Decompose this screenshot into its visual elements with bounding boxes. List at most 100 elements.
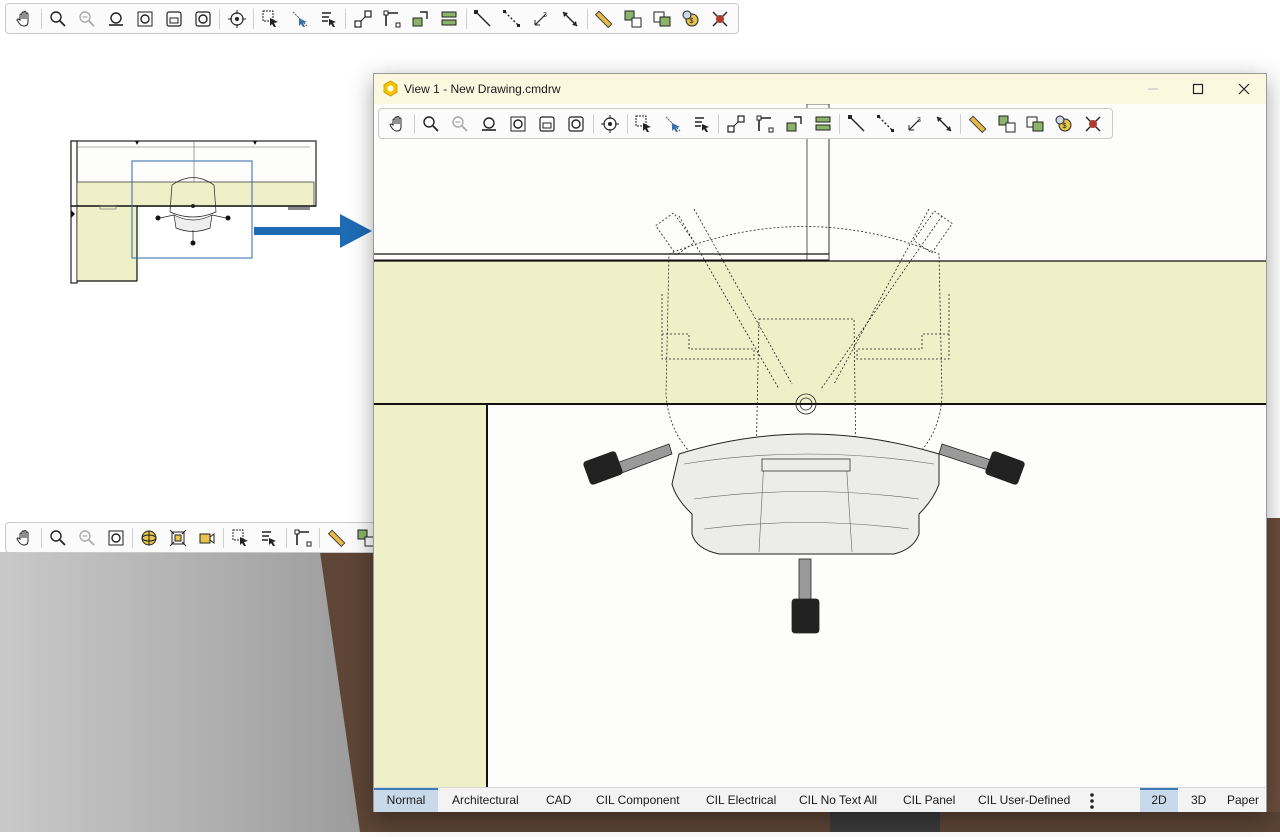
toolbar-separator — [413, 113, 415, 134]
zoom-button[interactable] — [44, 525, 73, 551]
select-button[interactable] — [226, 525, 255, 551]
more-layers-button[interactable] — [1086, 788, 1098, 812]
copy-button[interactable] — [992, 111, 1021, 137]
zoom-indicator-arrow — [254, 214, 372, 248]
corner-button[interactable] — [289, 525, 318, 551]
paste-button[interactable] — [1021, 111, 1050, 137]
toolbar-separator — [586, 8, 588, 29]
select-text-button[interactable] — [314, 6, 343, 32]
layer-tab-cil-component[interactable]: CIL Component — [596, 788, 680, 812]
svg-text:$: $ — [1063, 123, 1067, 130]
select-text-button[interactable] — [688, 111, 717, 137]
zoom-fit-button[interactable] — [504, 111, 533, 137]
view-tab-2d[interactable]: 2D — [1140, 788, 1178, 812]
center-view-button[interactable] — [222, 6, 251, 32]
zoom-out-button[interactable] — [72, 525, 101, 551]
stack-button[interactable] — [435, 6, 464, 32]
corner-icon — [294, 529, 312, 546]
line-icon — [847, 114, 865, 131]
move-button[interactable] — [406, 6, 435, 32]
drawing-canvas[interactable] — [374, 104, 1266, 787]
orbit-icon — [141, 530, 157, 545]
pan-button[interactable] — [10, 6, 39, 32]
layer-tab-cil-electrical[interactable]: CIL Electrical — [706, 788, 776, 812]
zoom-button[interactable] — [44, 6, 73, 32]
line-button[interactable] — [469, 6, 498, 32]
delete-button[interactable] — [1079, 111, 1108, 137]
pan-button[interactable] — [383, 111, 412, 137]
select-button[interactable] — [256, 6, 285, 32]
price-button[interactable]: $ — [676, 6, 705, 32]
center-view-button[interactable] — [596, 111, 625, 137]
toolbar-separator — [319, 527, 321, 548]
layer-tab-cil-panel[interactable]: CIL Panel — [903, 788, 955, 812]
zoom-window-button[interactable] — [475, 111, 504, 137]
copy-button[interactable] — [618, 6, 647, 32]
zoom-selected-button[interactable] — [160, 6, 189, 32]
toolbar-separator — [960, 113, 962, 134]
ruler-button[interactable] — [322, 525, 351, 551]
dashed-line-button[interactable] — [871, 111, 900, 137]
zoom-fit-button[interactable] — [131, 6, 160, 32]
layer-tab-cad[interactable]: CAD — [546, 788, 571, 812]
camera-button[interactable] — [192, 525, 221, 551]
ruler-button[interactable] — [590, 6, 619, 32]
minimize-button[interactable] — [1130, 74, 1176, 104]
view-window[interactable]: View 1 - New Drawing.cmdrw Normal Archit… — [373, 73, 1267, 812]
ruler-button[interactable] — [963, 111, 992, 137]
view-tab-3d[interactable]: 3D — [1191, 788, 1206, 812]
center-view-icon — [227, 9, 246, 28]
zoom-out-button[interactable] — [446, 111, 475, 137]
select-button[interactable] — [630, 111, 659, 137]
zoom-previous-button[interactable] — [562, 111, 591, 137]
fit-3d-button[interactable] — [164, 525, 193, 551]
layer-tab-cil-user-defined[interactable]: CIL User-Defined — [978, 788, 1070, 812]
measure-button[interactable] — [556, 6, 585, 32]
select-icon — [232, 529, 248, 546]
window-titlebar[interactable]: View 1 - New Drawing.cmdrw — [374, 74, 1266, 104]
zoom-icon — [423, 115, 440, 132]
corner-button[interactable] — [750, 111, 779, 137]
zoom-selected-icon — [166, 10, 182, 27]
layer-tab-normal[interactable]: Normal — [374, 788, 438, 812]
pan-button[interactable] — [10, 525, 39, 551]
move-button[interactable] — [779, 111, 808, 137]
select-icon — [262, 10, 278, 27]
zoom-fit-button[interactable] — [101, 525, 130, 551]
zoom-previous-icon — [568, 115, 584, 132]
ruler-icon — [594, 10, 613, 28]
orbit-button[interactable] — [135, 525, 164, 551]
corner-button[interactable] — [377, 6, 406, 32]
delete-button[interactable] — [705, 6, 734, 32]
zoom-previous-button[interactable] — [189, 6, 218, 32]
select-text-button[interactable] — [255, 525, 284, 551]
zoom-selected-icon — [539, 115, 555, 132]
connect-button[interactable] — [721, 111, 750, 137]
zoom-button[interactable] — [417, 111, 446, 137]
select-all-button[interactable] — [659, 111, 688, 137]
line-button[interactable] — [842, 111, 871, 137]
zoom-selected-button[interactable] — [533, 111, 562, 137]
close-button[interactable] — [1221, 74, 1267, 104]
select-all-button[interactable] — [285, 6, 314, 32]
select-text-icon — [695, 116, 709, 132]
zoom-window-button[interactable] — [102, 6, 131, 32]
dimension-button[interactable]: 3 — [527, 6, 556, 32]
view-tab-paper[interactable]: Paper — [1227, 788, 1259, 812]
paste-icon — [653, 11, 671, 26]
dimension-button[interactable]: 3 — [900, 111, 929, 137]
connect-button[interactable] — [348, 6, 377, 32]
layer-tab-architectural[interactable]: Architectural — [452, 788, 519, 812]
zoom-fit-icon — [510, 116, 526, 131]
price-button[interactable]: $ — [1050, 111, 1079, 137]
connect-icon — [353, 9, 372, 28]
maximize-button[interactable] — [1175, 74, 1221, 104]
measure-button[interactable] — [929, 111, 958, 137]
svg-text:3: 3 — [917, 117, 921, 124]
dashed-line-button[interactable] — [498, 6, 527, 32]
layer-tab-cil-no-text-all[interactable]: CIL No Text All — [799, 788, 877, 812]
stack-button[interactable] — [808, 111, 837, 137]
zoom-window-icon — [482, 116, 497, 131]
zoom-out-button[interactable] — [73, 6, 102, 32]
paste-button[interactable] — [647, 6, 676, 32]
